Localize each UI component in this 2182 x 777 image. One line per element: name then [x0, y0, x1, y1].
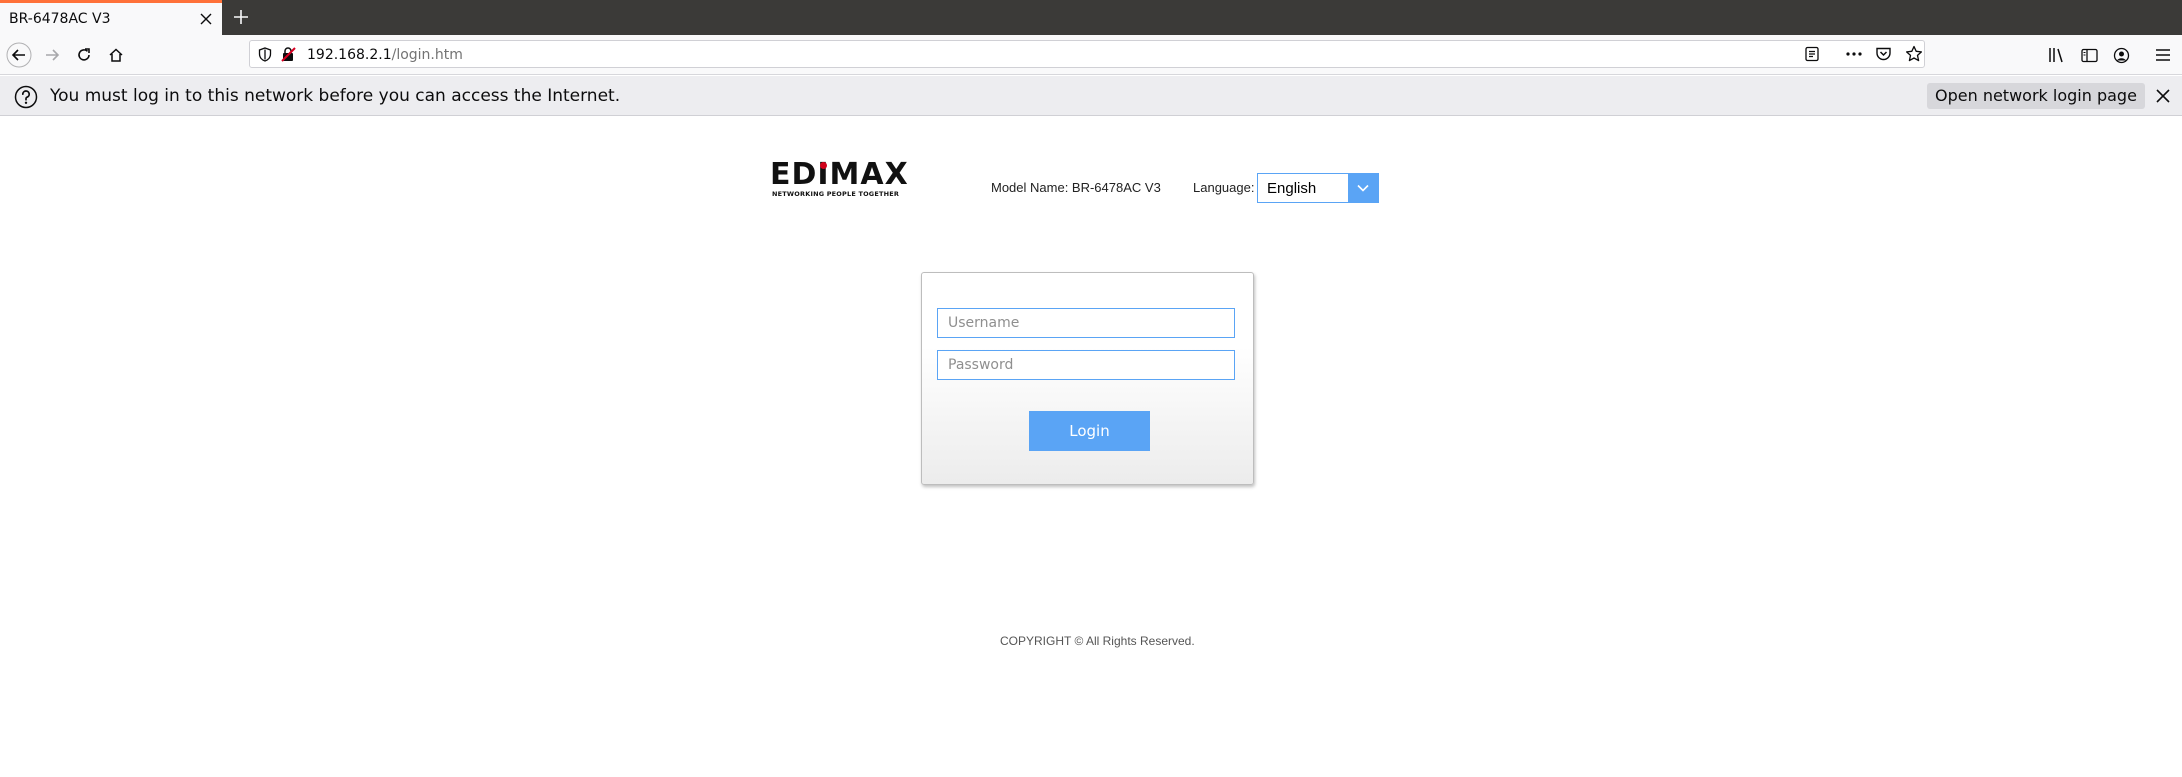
notification-message: You must log in to this network before y… [50, 86, 621, 106]
language-select[interactable]: English [1257, 173, 1379, 203]
page-actions-icon[interactable] [1845, 46, 1863, 66]
sidebar-icon[interactable] [2075, 41, 2103, 69]
url-bar[interactable]: 192.168.2.1/login.htm [249, 40, 1925, 68]
library-icon[interactable] [2043, 41, 2071, 69]
captive-portal-notification: You must log in to this network before y… [0, 76, 2182, 116]
login-button[interactable]: Login [1029, 411, 1150, 451]
close-notification-icon[interactable] [2156, 88, 2170, 107]
bookmark-star-icon[interactable] [1905, 45, 1923, 67]
edimax-logo: EDIMAX NETWORKING PEOPLE TOGETHER [770, 160, 908, 200]
reader-view-icon[interactable] [1804, 46, 1820, 66]
close-tab-icon[interactable] [196, 9, 216, 29]
insecure-lock-icon[interactable] [281, 47, 296, 66]
tab-title: BR-6478AC V3 [9, 11, 111, 27]
back-arrow-icon[interactable] [5, 41, 33, 69]
copyright-footer: COPYRIGHT © All Rights Reserved. [1000, 634, 1195, 648]
new-tab-icon[interactable] [230, 6, 252, 28]
model-name: Model Name: BR-6478AC V3 [991, 180, 1161, 195]
browser-tab[interactable]: BR-6478AC V3 [0, 0, 222, 35]
password-input[interactable] [937, 350, 1235, 380]
language-selected-value: English [1267, 180, 1317, 197]
tracking-shield-icon[interactable] [258, 47, 272, 66]
tab-strip: BR-6478AC V3 [0, 0, 2182, 35]
hamburger-menu-icon[interactable] [2149, 41, 2177, 69]
chevron-down-icon[interactable] [1348, 174, 1378, 202]
url-text[interactable]: 192.168.2.1/login.htm [307, 47, 463, 63]
logo-tagline: NETWORKING PEOPLE TOGETHER [772, 190, 900, 198]
navigation-bar: 192.168.2.1/login.htm [0, 35, 2182, 75]
url-host: 192.168.2.1 [307, 47, 392, 63]
logo-red-dot [820, 162, 827, 169]
url-path: /login.htm [391, 47, 463, 63]
pocket-icon[interactable] [1875, 46, 1892, 66]
help-question-icon [14, 85, 38, 113]
language-label: Language: [1193, 180, 1255, 195]
logo-wordmark: EDIMAX [770, 157, 909, 192]
login-panel: Login [921, 272, 1254, 485]
forward-arrow-icon[interactable] [38, 41, 66, 69]
open-network-login-button[interactable]: Open network login page [1927, 83, 2145, 109]
home-icon[interactable] [102, 41, 130, 69]
reload-icon[interactable] [70, 41, 98, 69]
account-icon[interactable] [2107, 41, 2135, 69]
username-input[interactable] [937, 308, 1235, 338]
